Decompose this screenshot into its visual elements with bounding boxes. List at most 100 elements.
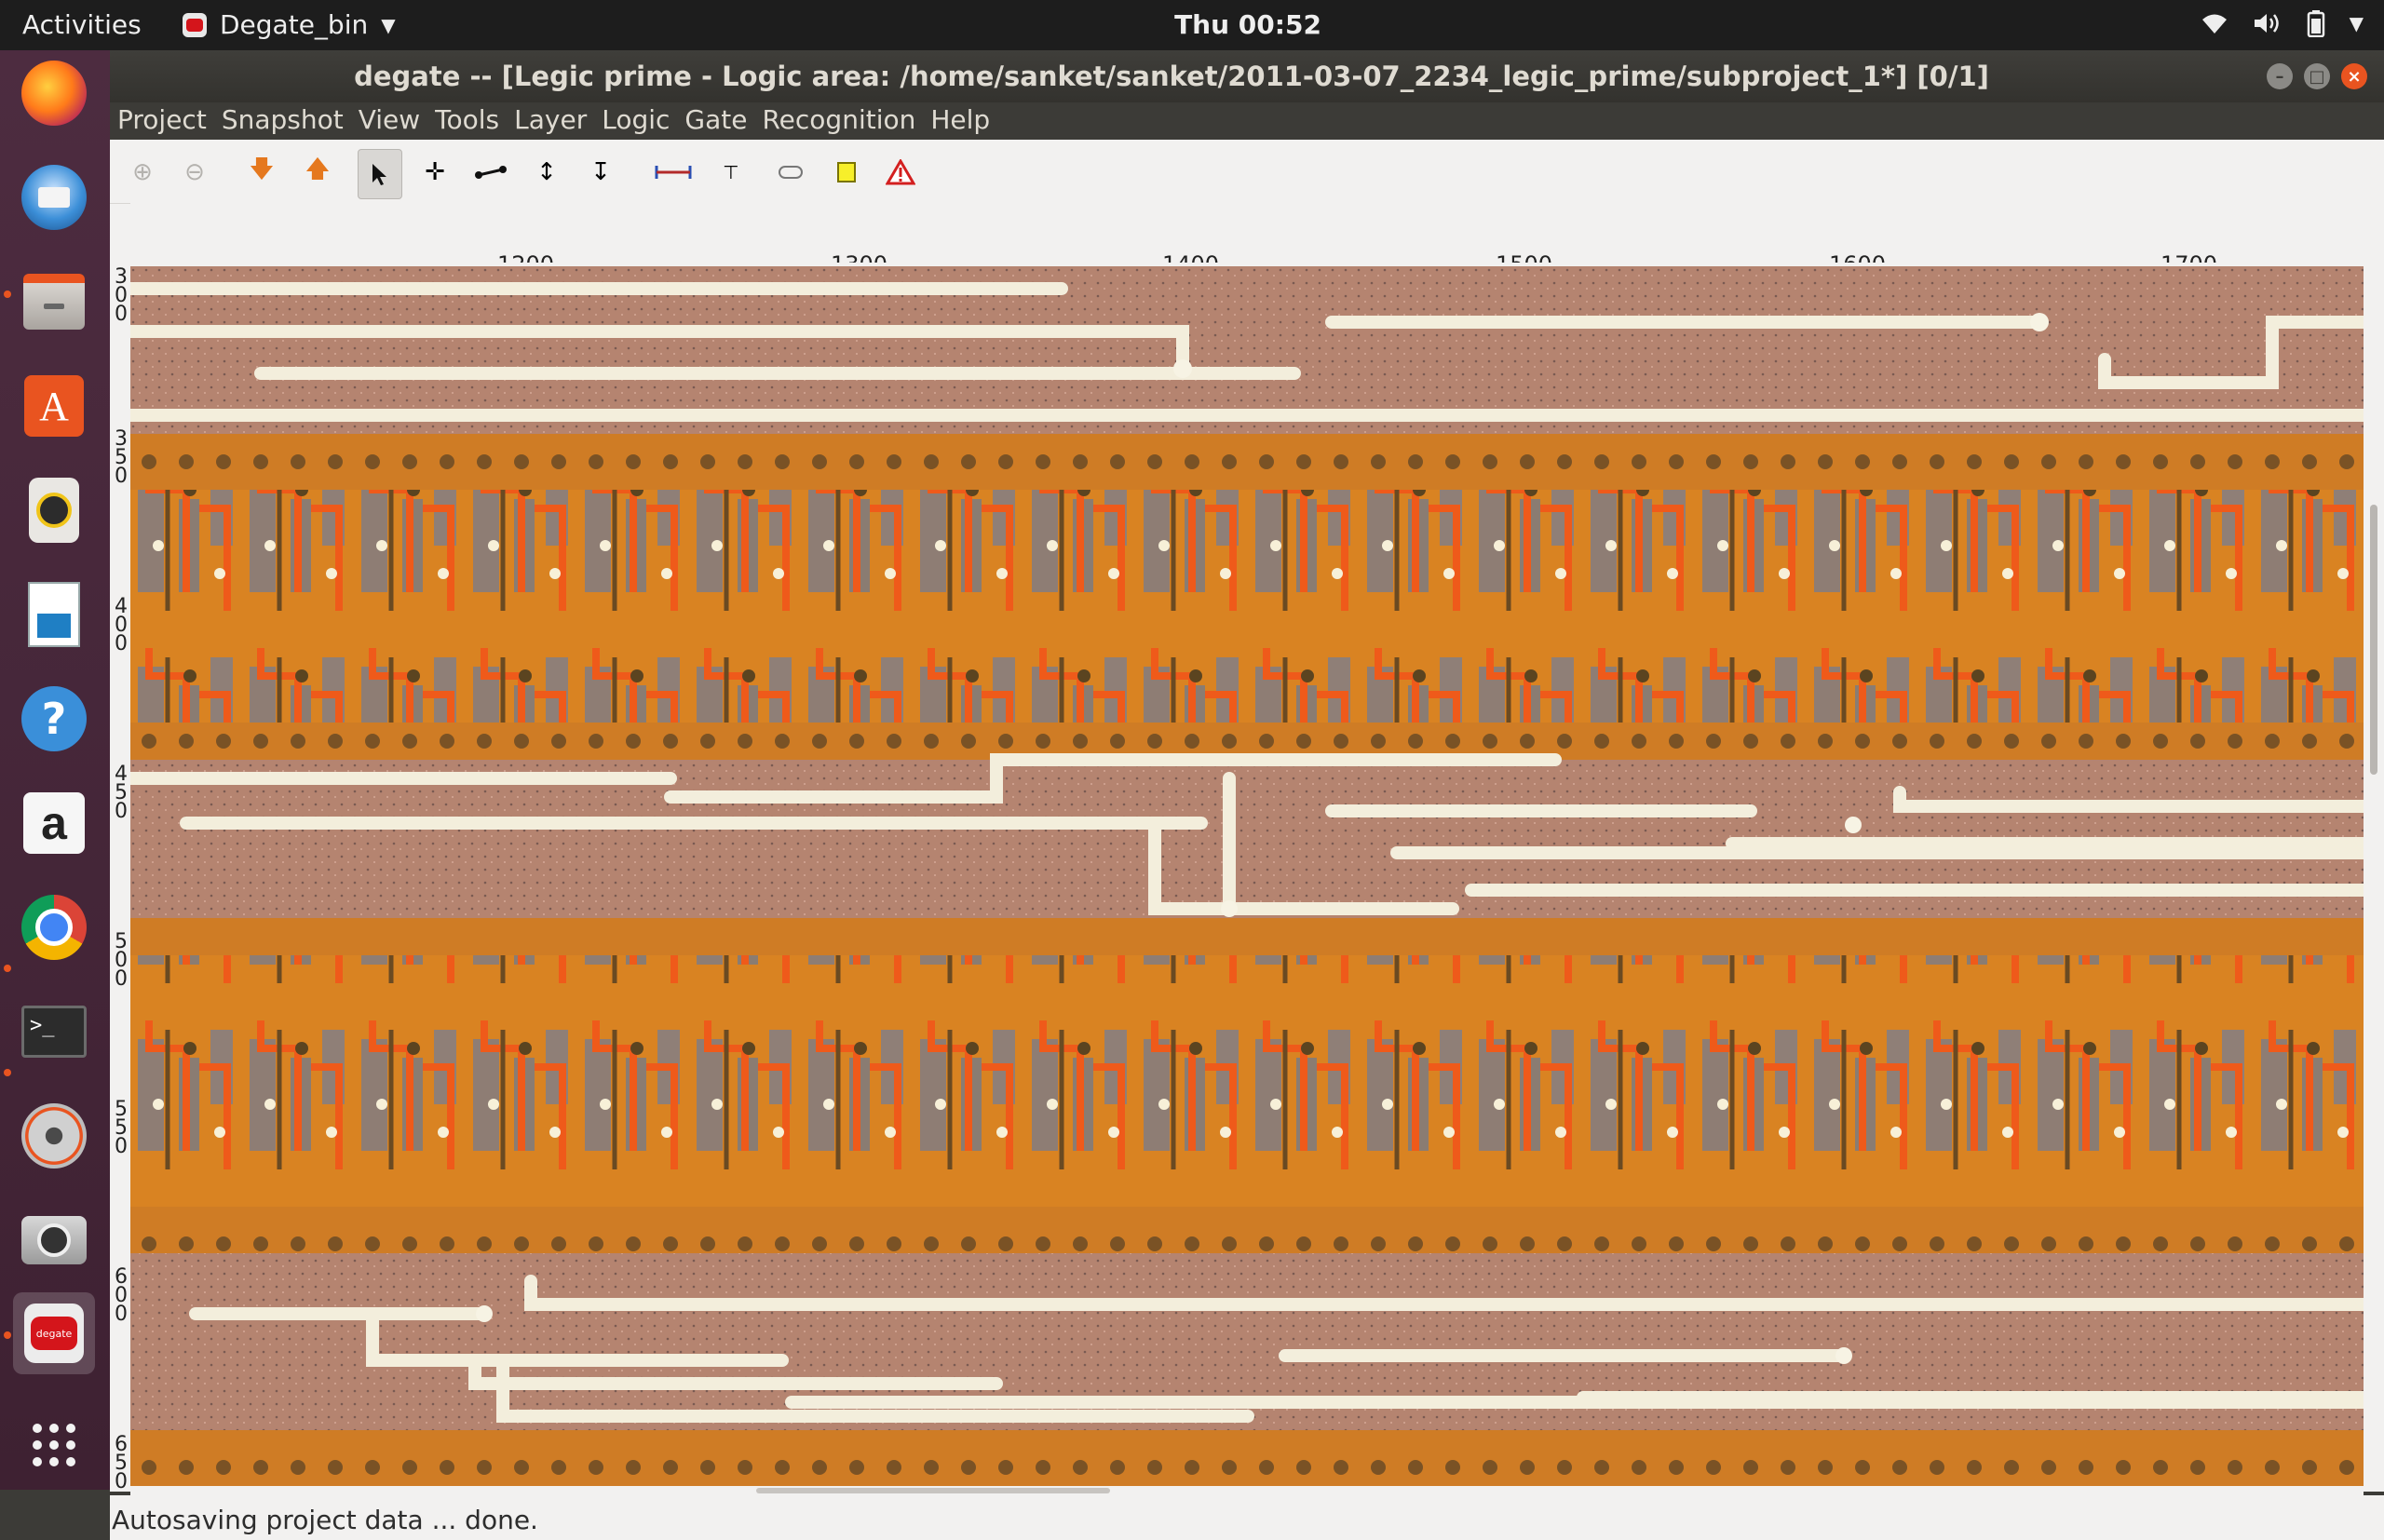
menu-tools[interactable]: Tools: [427, 102, 507, 140]
firefox-icon: [21, 61, 87, 126]
status-bar: Autosaving project data ... done.: [110, 1495, 2384, 1540]
degate-icon: degate: [24, 1304, 84, 1363]
dock-item-files[interactable]: [13, 261, 95, 343]
clock[interactable]: Thu 00:52: [0, 9, 2384, 40]
annotation-tool-button[interactable]: [769, 151, 812, 194]
dock-item-firefox[interactable]: [13, 52, 95, 134]
emarker-tool-button[interactable]: ⊤: [710, 151, 752, 194]
menu-gate[interactable]: Gate: [677, 102, 754, 140]
dock-item-thunderbird[interactable]: [13, 156, 95, 238]
scrollbar-thumb[interactable]: [756, 1488, 1110, 1493]
vertical-ruler: 300 350 400 450 500 550 600 650: [110, 263, 130, 1492]
system-indicators[interactable]: ▼: [2201, 9, 2364, 37]
wire-tool-icon: [475, 166, 507, 179]
via-up-tool-icon: ↕: [536, 158, 557, 186]
select-tool-icon: [372, 164, 386, 185]
layer-up-button[interactable]: 🡅: [296, 151, 339, 194]
move-tool-button[interactable]: ✛: [413, 151, 456, 194]
degate-window: degate -- [Legic prime - Logic area: /ho…: [110, 50, 2384, 1540]
ruler-x-label: 1200: [497, 251, 554, 263]
dock-item-degate[interactable]: degate: [13, 1292, 95, 1374]
close-button[interactable]: ×: [2341, 63, 2367, 89]
software-center-icon: A: [24, 375, 84, 437]
battery-icon[interactable]: [2307, 9, 2325, 37]
chip-image-canvas[interactable]: [130, 266, 2364, 1486]
layer-down-button[interactable]: 🡇: [240, 151, 283, 194]
dock-item-screenshot[interactable]: [13, 1199, 95, 1281]
dock-item-help[interactable]: ?: [13, 678, 95, 760]
via-up-tool-button[interactable]: ↕: [525, 151, 568, 194]
gate-template-tool-button[interactable]: [652, 151, 695, 194]
move-tool-icon: ✛: [425, 158, 445, 186]
libreoffice-impress-icon: [28, 582, 80, 647]
sticky-note-icon: [837, 162, 856, 182]
show-applications-button[interactable]: [13, 1404, 95, 1486]
select-tool-button[interactable]: [358, 149, 402, 199]
system-menu-icon[interactable]: ▼: [2350, 12, 2364, 34]
gate-template-tool-icon: [655, 166, 692, 179]
menu-project[interactable]: Project: [110, 102, 214, 140]
ruler-x-label: 1400: [1162, 251, 1219, 263]
dock: A ? a >_ degate: [0, 50, 110, 1490]
ruler-y-label: 350: [115, 427, 128, 488]
ruler-y-label: 450: [115, 763, 128, 823]
status-message: Autosaving project data ... done.: [112, 1505, 538, 1535]
system-settings-icon: [21, 1103, 87, 1169]
ruler-x-label: 1500: [1496, 251, 1552, 263]
ruler-y-label: 400: [115, 595, 128, 655]
vertical-scrollbar[interactable]: [2364, 263, 2384, 1492]
menu-layer[interactable]: Layer: [507, 102, 594, 140]
window-title: degate -- [Legic prime - Logic area: /ho…: [354, 61, 1989, 92]
wifi-icon[interactable]: [2201, 11, 2228, 35]
ruler-y-label: 300: [115, 265, 128, 326]
screenshot-icon: [21, 1216, 87, 1264]
amazon-icon: a: [23, 792, 85, 854]
dock-item-rhythmbox[interactable]: [13, 469, 95, 551]
zoom-in-button[interactable]: ⊕: [121, 151, 164, 194]
menu-logic[interactable]: Logic: [594, 102, 677, 140]
chip-die-image: [130, 266, 2364, 1486]
terminal-icon: >_: [21, 1006, 87, 1058]
sticky-note-button[interactable]: [825, 151, 868, 194]
ruler-x-label: 1300: [831, 251, 887, 263]
minimize-button[interactable]: –: [2267, 63, 2293, 89]
ruler-y-label: 650: [115, 1433, 128, 1493]
dock-item-amazon[interactable]: a: [13, 782, 95, 864]
ruler-x-label: 1600: [1829, 251, 1886, 263]
zoom-out-icon: ⊖: [184, 158, 205, 186]
volume-icon[interactable]: [2253, 10, 2282, 36]
ruler-y-label: 550: [115, 1098, 128, 1158]
via-down-tool-button[interactable]: ↧: [579, 151, 622, 194]
toolbar: ⊕ ⊖ 🡇 🡅 ✛ ↕ ↧ ⊤: [110, 140, 2384, 204]
dock-item-software-center[interactable]: A: [13, 365, 95, 447]
zoom-out-button[interactable]: ⊖: [173, 151, 216, 194]
dock-item-terminal[interactable]: >_: [13, 991, 95, 1073]
dock-item-libreoffice-impress[interactable]: [13, 574, 95, 655]
window-titlebar[interactable]: degate -- [Legic prime - Logic area: /ho…: [110, 50, 2384, 102]
menu-help[interactable]: Help: [923, 102, 997, 140]
horizontal-ruler: 1200 1300 1400 1500 1600 1700: [130, 203, 2384, 263]
via-down-tool-icon: ↧: [590, 158, 611, 186]
annotation-tool-icon: [779, 166, 803, 179]
chrome-icon: [21, 895, 87, 960]
warning-button[interactable]: [879, 151, 922, 194]
warning-icon: [886, 159, 915, 185]
show-applications-icon: [33, 1424, 75, 1466]
emarker-tool-icon: ⊤: [723, 161, 739, 183]
dock-item-system-settings[interactable]: [13, 1095, 95, 1177]
files-icon: [23, 274, 85, 330]
maximize-button[interactable]: □: [2304, 63, 2330, 89]
menu-recognition[interactable]: Recognition: [754, 102, 923, 140]
ruler-y-label: 600: [115, 1265, 128, 1326]
layer-up-icon: 🡅: [305, 155, 331, 183]
ruler-y-label: 500: [115, 930, 128, 991]
thunderbird-icon: [21, 165, 87, 230]
rhythmbox-icon: [29, 478, 79, 543]
ruler-x-label: 1700: [2160, 251, 2217, 263]
dock-item-chrome[interactable]: [13, 886, 95, 968]
scrollbar-thumb[interactable]: [2370, 505, 2377, 775]
menu-view[interactable]: View: [351, 102, 427, 140]
horizontal-scrollbar[interactable]: [130, 1486, 2364, 1495]
wire-tool-button[interactable]: [469, 151, 512, 194]
menu-snapshot[interactable]: Snapshot: [214, 102, 351, 140]
